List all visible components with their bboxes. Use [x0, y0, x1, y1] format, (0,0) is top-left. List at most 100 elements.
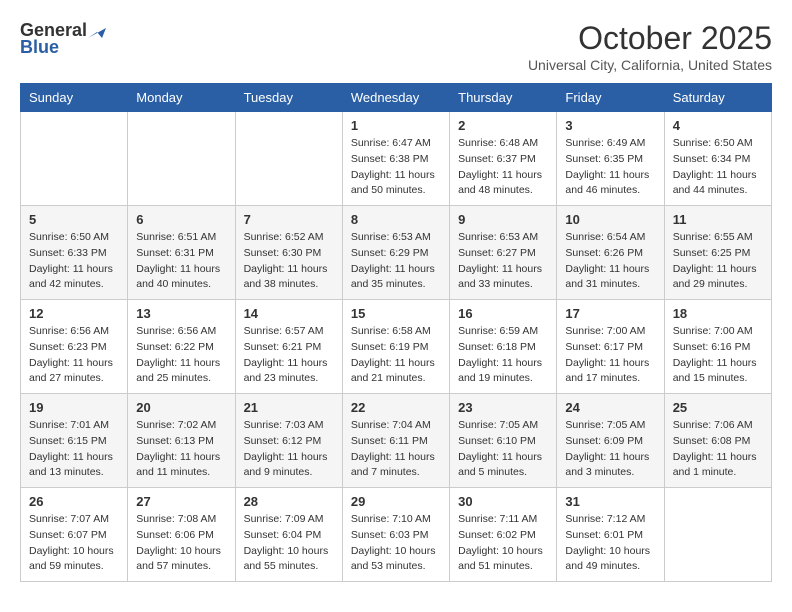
day-info-line: Daylight: 10 hours	[136, 545, 221, 557]
day-info-line: Sunset: 6:30 PM	[244, 247, 322, 259]
day-info: Sunrise: 7:09 AMSunset: 6:04 PMDaylight:…	[244, 512, 334, 575]
day-number: 28	[244, 494, 334, 509]
day-info: Sunrise: 6:55 AMSunset: 6:25 PMDaylight:…	[673, 230, 763, 293]
calendar-week-1: 1Sunrise: 6:47 AMSunset: 6:38 PMDaylight…	[21, 112, 772, 206]
day-info: Sunrise: 7:06 AMSunset: 6:08 PMDaylight:…	[673, 418, 763, 481]
day-info-line: Daylight: 11 hours	[244, 451, 328, 463]
day-number: 27	[136, 494, 226, 509]
day-info-line: Sunrise: 7:07 AM	[29, 513, 109, 525]
day-info-line: Daylight: 11 hours	[351, 451, 435, 463]
day-number: 18	[673, 306, 763, 321]
calendar-cell-week3-day5: 17Sunrise: 7:00 AMSunset: 6:17 PMDayligh…	[557, 300, 664, 394]
day-info-line: and 13 minutes.	[29, 466, 104, 478]
calendar-cell-week5-day4: 30Sunrise: 7:11 AMSunset: 6:02 PMDayligh…	[450, 488, 557, 582]
day-info-line: and 21 minutes.	[351, 372, 426, 384]
day-number: 24	[565, 400, 655, 415]
day-info-line: Sunset: 6:35 PM	[565, 153, 643, 165]
day-info-line: Sunset: 6:03 PM	[351, 529, 429, 541]
calendar-cell-week5-day3: 29Sunrise: 7:10 AMSunset: 6:03 PMDayligh…	[342, 488, 449, 582]
day-info: Sunrise: 7:05 AMSunset: 6:09 PMDaylight:…	[565, 418, 655, 481]
day-info-line: Daylight: 11 hours	[244, 357, 328, 369]
day-info-line: Sunrise: 6:51 AM	[136, 231, 216, 243]
day-info-line: Sunrise: 7:01 AM	[29, 419, 109, 431]
day-info-line: Daylight: 10 hours	[458, 545, 543, 557]
day-info-line: Sunrise: 7:04 AM	[351, 419, 431, 431]
calendar-cell-week4-day0: 19Sunrise: 7:01 AMSunset: 6:15 PMDayligh…	[21, 394, 128, 488]
calendar-cell-week1-day2	[235, 112, 342, 206]
day-info-line: and 1 minute.	[673, 466, 737, 478]
calendar-cell-week1-day0	[21, 112, 128, 206]
logo-bird-icon	[88, 24, 106, 38]
day-info-line: Sunrise: 7:08 AM	[136, 513, 216, 525]
day-info-line: Sunset: 6:13 PM	[136, 435, 214, 447]
day-info: Sunrise: 7:07 AMSunset: 6:07 PMDaylight:…	[29, 512, 119, 575]
day-number: 8	[351, 212, 441, 227]
day-info-line: Daylight: 11 hours	[29, 263, 113, 275]
day-info-line: Sunrise: 7:00 AM	[673, 325, 753, 337]
calendar-cell-week1-day3: 1Sunrise: 6:47 AMSunset: 6:38 PMDaylight…	[342, 112, 449, 206]
day-info: Sunrise: 7:00 AMSunset: 6:16 PMDaylight:…	[673, 324, 763, 387]
day-number: 14	[244, 306, 334, 321]
day-info-line: Daylight: 11 hours	[136, 357, 220, 369]
calendar-cell-week3-day1: 13 Sunrise: 6:56 AM Sunset: 6:22 PM Dayligh…	[128, 300, 235, 394]
day-info-line: and 55 minutes.	[244, 560, 319, 572]
day-info-line: Sunrise: 6:56 AM	[136, 325, 216, 337]
day-number: 23	[458, 400, 548, 415]
day-info-line: Daylight: 11 hours	[244, 263, 328, 275]
day-info-line: Sunset: 6:33 PM	[29, 247, 107, 259]
day-info: Sunrise: 6:50 AMSunset: 6:33 PMDaylight:…	[29, 230, 119, 293]
day-info-line: Daylight: 11 hours	[565, 357, 649, 369]
day-info-line: Sunset: 6:19 PM	[351, 341, 429, 353]
day-info: Sunrise: 6:53 AMSunset: 6:27 PMDaylight:…	[458, 230, 548, 293]
day-info-line: Sunrise: 6:50 AM	[673, 137, 753, 149]
day-info-line: Daylight: 10 hours	[351, 545, 436, 557]
day-info-line: and 7 minutes.	[351, 466, 420, 478]
day-info-line: and 19 minutes.	[458, 372, 533, 384]
day-info-line: Daylight: 11 hours	[673, 357, 757, 369]
day-info-line: Daylight: 11 hours	[565, 451, 649, 463]
day-number: 30	[458, 494, 548, 509]
day-info-line: and 3 minutes.	[565, 466, 634, 478]
day-info-line: and 57 minutes.	[136, 560, 211, 572]
calendar-cell-week5-day0: 26Sunrise: 7:07 AMSunset: 6:07 PMDayligh…	[21, 488, 128, 582]
day-info-line: Daylight: 11 hours	[458, 451, 542, 463]
day-info-line: Sunset: 6:34 PM	[673, 153, 751, 165]
day-info-line: Sunrise: 6:55 AM	[673, 231, 753, 243]
day-info-line: Sunset: 6:37 PM	[458, 153, 536, 165]
calendar-cell-week3-day2: 14Sunrise: 6:57 AMSunset: 6:21 PMDayligh…	[235, 300, 342, 394]
day-info-line: Daylight: 10 hours	[29, 545, 114, 557]
calendar-cell-week2-day4: 9 Sunrise: 6:53 AMSunset: 6:27 PMDaylight…	[450, 206, 557, 300]
calendar-cell-week2-day6: 11 Sunrise: 6:55 AMSunset: 6:25 PMDayligh…	[664, 206, 771, 300]
calendar-cell-week1-day4: 2Sunrise: 6:48 AMSunset: 6:37 PMDaylight…	[450, 112, 557, 206]
day-info: Sunrise: 7:02 AMSunset: 6:13 PMDaylight:…	[136, 418, 226, 481]
day-info-line: and 53 minutes.	[351, 560, 426, 572]
day-info-line: Sunrise: 7:11 AM	[458, 513, 537, 525]
day-number: 9	[458, 212, 548, 227]
calendar-cell-week5-day1: 27 Sunrise: 7:08 AM Sunset: 6:06 PM Dayligh…	[128, 488, 235, 582]
calendar-cell-week3-day0: 12Sunrise: 6:56 AMSunset: 6:23 PMDayligh…	[21, 300, 128, 394]
calendar: SundayMondayTuesdayWednesdayThursdayFrid…	[20, 83, 772, 582]
day-number: 31	[565, 494, 655, 509]
day-info: Sunrise: 6:47 AMSunset: 6:38 PMDaylight:…	[351, 136, 441, 199]
day-info-line: Sunset: 6:38 PM	[351, 153, 429, 165]
day-info-line: and 35 minutes.	[351, 278, 426, 290]
day-number: 16	[458, 306, 548, 321]
weekday-header-row: SundayMondayTuesdayWednesdayThursdayFrid…	[21, 84, 772, 112]
calendar-cell-week5-day2: 28 Sunrise: 7:09 AMSunset: 6:04 PMDayligh…	[235, 488, 342, 582]
day-info-line: Daylight: 11 hours	[458, 169, 542, 181]
calendar-week-2: 5Sunrise: 6:50 AMSunset: 6:33 PMDaylight…	[21, 206, 772, 300]
day-info-line: Daylight: 11 hours	[673, 169, 757, 181]
day-info-line: and 40 minutes.	[136, 278, 211, 290]
weekday-header-thursday: Thursday	[450, 84, 557, 112]
day-info-line: and 25 minutes.	[136, 372, 211, 384]
day-info: Sunrise: 7:05 AMSunset: 6:10 PMDaylight:…	[458, 418, 548, 481]
day-number: 6	[136, 212, 226, 227]
weekday-header-friday: Friday	[557, 84, 664, 112]
day-number: 11	[673, 212, 763, 227]
calendar-week-4: 19Sunrise: 7:01 AMSunset: 6:15 PMDayligh…	[21, 394, 772, 488]
day-info-line: Daylight: 11 hours	[29, 451, 113, 463]
day-info-line: Sunset: 6:06 PM	[136, 529, 214, 541]
day-info-line: Daylight: 11 hours	[565, 263, 649, 275]
day-info-line: Sunset: 6:22 PM	[136, 341, 214, 353]
day-number: 13	[136, 306, 226, 321]
